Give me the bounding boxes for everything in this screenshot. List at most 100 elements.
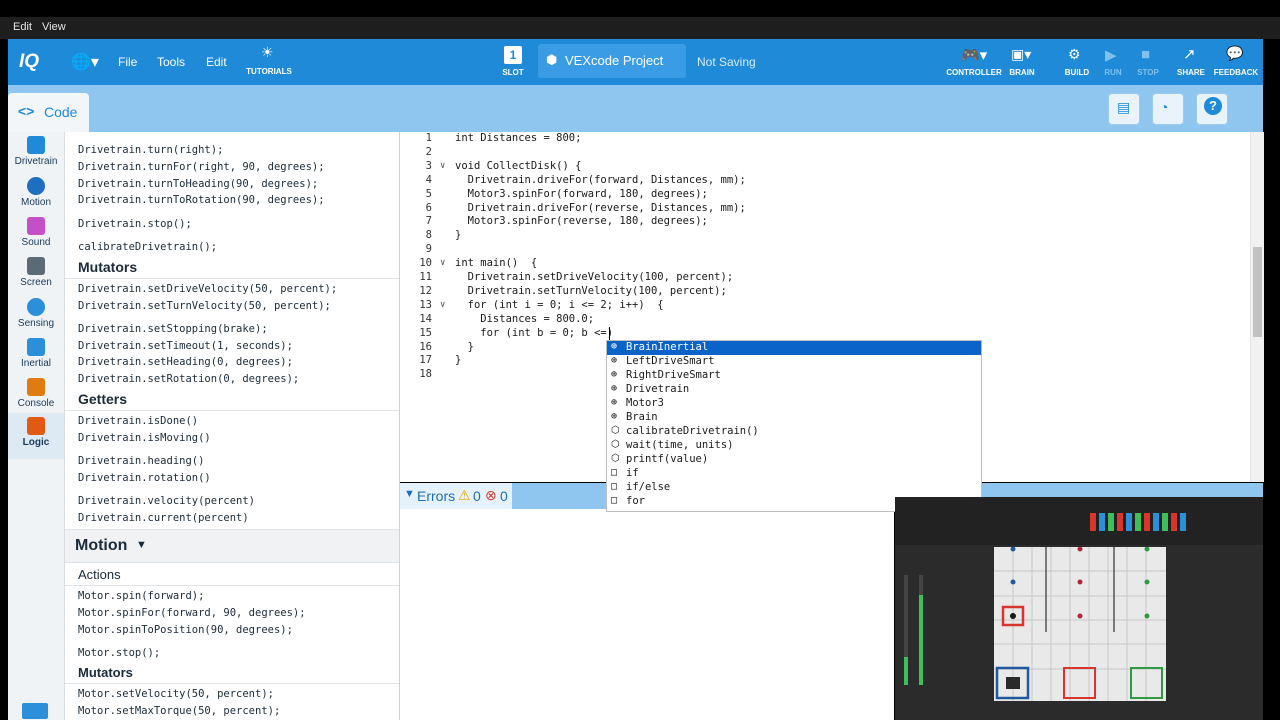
autocomplete-item[interactable]: ⬡ calibrateDrivetrain()	[607, 425, 981, 439]
snippet-setdrivevelocity[interactable]: Drivetrain.setDriveVelocity(50, percent)…	[78, 283, 337, 295]
tutorials-icon[interactable]: ☀	[261, 44, 274, 61]
device-info-button[interactable]: ▤	[1108, 93, 1140, 125]
autocomplete-item[interactable]: □ if/else	[607, 481, 981, 495]
category-sound[interactable]: Sound	[8, 217, 64, 253]
device-icon: ▤	[1117, 99, 1131, 115]
code-line[interactable]: int Distances = 800;	[455, 132, 581, 144]
errors-tab[interactable]: ▼ Errors ⚠ 0 ⊗ 0	[400, 483, 512, 509]
tab-code[interactable]: <> Code	[8, 93, 89, 132]
code-line[interactable]: Distances = 800.0;	[455, 313, 594, 325]
volume-slider[interactable]	[904, 575, 908, 685]
brain-icon[interactable]: ▣▾	[1011, 46, 1031, 63]
code-line[interactable]: int main() {	[455, 257, 537, 269]
tools-menu[interactable]: Tools	[157, 55, 185, 69]
stop-icon[interactable]: ■	[1141, 46, 1150, 63]
motion-category-header[interactable]: Motion ▼	[65, 529, 399, 563]
snippet-setturnvelocity[interactable]: Drivetrain.setTurnVelocity(50, percent);	[78, 300, 331, 312]
code-line[interactable]: Drivetrain.driveFor(reverse, Distances, …	[455, 202, 746, 214]
snippet-stop[interactable]: Drivetrain.stop();	[78, 218, 192, 230]
file-menu[interactable]: File	[118, 55, 137, 69]
fold-icon[interactable]: ∨	[440, 161, 445, 171]
volume-slider[interactable]	[919, 575, 923, 685]
run-icon[interactable]: ▶	[1105, 46, 1117, 64]
code-line[interactable]: Drivetrain.setDriveVelocity(100, percent…	[455, 271, 734, 283]
os-menu-view[interactable]: View	[42, 21, 66, 33]
project-name-box[interactable]: ⬢ VEXcode Project	[538, 44, 686, 78]
divider	[65, 278, 399, 279]
feedback-button[interactable]: FEEDBACK	[1212, 68, 1260, 77]
category-console[interactable]: Console	[8, 378, 64, 414]
category-screen[interactable]: Screen	[8, 257, 64, 293]
dashboard-button[interactable]: ◔	[1152, 93, 1184, 125]
build-button[interactable]: BUILD	[1062, 68, 1092, 77]
category-inertial[interactable]: Inertial	[8, 338, 64, 374]
snippet-motor-spin[interactable]: Motor.spin(forward);	[78, 590, 204, 602]
run-button[interactable]: RUN	[1098, 68, 1128, 77]
snippet-motor-setvelocity[interactable]: Motor.setVelocity(50, percent);	[78, 688, 274, 700]
help-button[interactable]: ?	[1196, 93, 1228, 125]
snippet-current[interactable]: Drivetrain.current(percent)	[78, 512, 249, 524]
code-line[interactable]: for (int b = 0; b <=)	[455, 327, 613, 339]
snippet-setrotation[interactable]: Drivetrain.setRotation(0, degrees);	[78, 373, 299, 385]
share-button[interactable]: SHARE	[1176, 68, 1206, 77]
snippet-motor-setmaxtorque[interactable]: Motor.setMaxTorque(50, percent);	[78, 705, 280, 717]
snippet-ismoving[interactable]: Drivetrain.isMoving()	[78, 432, 211, 444]
autocomplete-item[interactable]: ⊕ Brain	[607, 411, 981, 425]
snippet-rotation[interactable]: Drivetrain.rotation()	[78, 472, 211, 484]
os-menu-edit[interactable]: Edit	[13, 21, 32, 33]
snippet-settimeout[interactable]: Drivetrain.setTimeout(1, seconds);	[78, 340, 293, 352]
autocomplete-item[interactable]: ⬡ printf(value)	[607, 453, 981, 467]
code-line[interactable]: Motor3.spinFor(forward, 180, degrees);	[455, 188, 708, 200]
autocomplete-item[interactable]: ⊕ Drivetrain	[607, 383, 981, 397]
code-line[interactable]: }	[455, 354, 461, 366]
category-sensing[interactable]: Sensing	[8, 298, 64, 334]
snippet-heading[interactable]: Drivetrain.heading()	[78, 455, 204, 467]
snippet-turntoheading[interactable]: Drivetrain.turnToHeading(90, degrees);	[78, 178, 318, 190]
category-drivetrain[interactable]: Drivetrain	[8, 136, 64, 172]
autocomplete-item[interactable]: ⊕ RightDriveSmart	[607, 369, 981, 383]
fold-icon[interactable]: ∨	[440, 300, 445, 310]
autocomplete-item[interactable]: ⬡ wait(time, units)	[607, 439, 981, 453]
code-line[interactable]: Drivetrain.driveFor(forward, Distances, …	[455, 174, 746, 186]
snippet-isdone[interactable]: Drivetrain.isDone()	[78, 415, 198, 427]
category-logic[interactable]: Logic	[8, 413, 64, 459]
controller-icon[interactable]: 🎮▾	[961, 46, 987, 64]
autocomplete-item[interactable]: □ if	[607, 467, 981, 481]
snippet-turn[interactable]: Drivetrain.turn(right);	[78, 144, 223, 156]
feedback-icon[interactable]: 💬	[1226, 45, 1243, 62]
code-line[interactable]: void CollectDisk() {	[455, 160, 581, 172]
layers-icon[interactable]	[22, 703, 48, 719]
code-line[interactable]: for (int i = 0; i <= 2; i++) {	[455, 299, 664, 311]
code-line[interactable]: Drivetrain.setTurnVelocity(100, percent)…	[455, 285, 727, 297]
snippet-turntorotation[interactable]: Drivetrain.turnToRotation(90, degrees);	[78, 194, 325, 206]
controller-button[interactable]: CONTROLLER	[945, 68, 1003, 77]
share-icon[interactable]: ↗	[1183, 45, 1196, 63]
autocomplete-item[interactable]: ⊕ BrainInertial	[607, 341, 981, 355]
snippet-motor-spinfor[interactable]: Motor.spinFor(forward, 90, degrees);	[78, 607, 306, 619]
code-line[interactable]: }	[455, 229, 461, 241]
category-motion[interactable]: Motion	[8, 177, 64, 213]
edit-menu[interactable]: Edit	[206, 55, 227, 69]
snippet-velocity[interactable]: Drivetrain.velocity(percent)	[78, 495, 255, 507]
snippet-turnfor[interactable]: Drivetrain.turnFor(right, 90, degrees);	[78, 161, 325, 173]
editor-scrollbar[interactable]	[1250, 132, 1264, 482]
line-number: 2	[425, 145, 432, 158]
stop-button[interactable]: STOP	[1133, 68, 1163, 77]
autocomplete-item[interactable]: ⊕ Motor3	[607, 397, 981, 411]
snippet-setstopping[interactable]: Drivetrain.setStopping(brake);	[78, 323, 268, 335]
autocomplete-label: calibrateDrivetrain()	[626, 425, 759, 437]
scrollbar-thumb[interactable]	[1253, 247, 1262, 337]
snippet-motor-stop[interactable]: Motor.stop();	[78, 647, 160, 659]
snippet-motor-spintoposition[interactable]: Motor.spinToPosition(90, degrees);	[78, 624, 293, 636]
snippet-setheading[interactable]: Drivetrain.setHeading(0, degrees);	[78, 356, 293, 368]
globe-icon[interactable]: 🌐▾	[71, 52, 99, 72]
tutorials-button[interactable]: TUTORIALS	[246, 67, 292, 76]
slot-icon[interactable]: 1	[504, 46, 522, 64]
brain-button[interactable]: BRAIN	[1006, 68, 1038, 77]
code-line[interactable]: }	[455, 341, 474, 353]
autocomplete-item[interactable]: ⊕ LeftDriveSmart	[607, 355, 981, 369]
code-line[interactable]: Motor3.spinFor(reverse, 180, degrees);	[455, 215, 708, 227]
snippet-calibrate[interactable]: calibrateDrivetrain();	[78, 241, 217, 253]
fold-icon[interactable]: ∨	[440, 258, 445, 268]
build-icon[interactable]: ⚙	[1068, 46, 1081, 63]
